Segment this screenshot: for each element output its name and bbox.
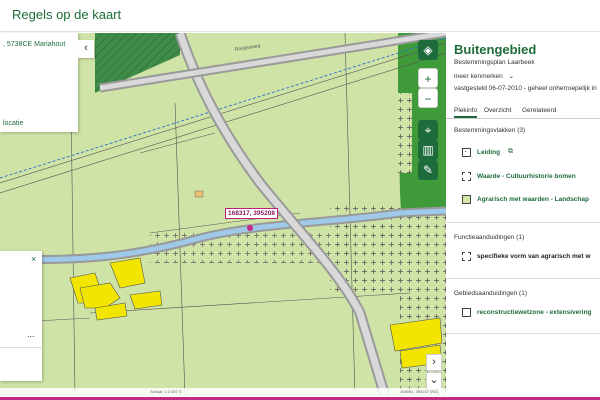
address-card: , 5738CE Mariahout locatie [0, 33, 78, 132]
legend-swatch [462, 172, 471, 181]
crosshatch-right-2 [400, 213, 446, 303]
legend-swatch [462, 195, 471, 204]
tab-overzicht[interactable]: Overzicht [484, 107, 511, 114]
legend-swatch [462, 148, 471, 157]
plan-status: vastgesteld 06-07-2010 - geheel onherroe… [454, 85, 597, 92]
crosshair-icon: ⌖ [424, 123, 432, 137]
external-link-icon[interactable]: ⧉ [508, 148, 513, 156]
tab-plekinfo[interactable]: Plekinfo [454, 107, 478, 118]
pencil-icon: ✎ [422, 163, 434, 177]
location-link[interactable]: locatie [3, 120, 23, 127]
item-label: specifieke vorm van agrarisch met w [477, 253, 591, 260]
scale-text: Schaal: 1:2.557 © [150, 389, 182, 394]
legend-swatch [462, 308, 471, 317]
plan-area-title: Buitengebied [454, 42, 537, 57]
item-label: Leiding [477, 149, 501, 156]
layers-button[interactable]: ◈ [418, 40, 438, 60]
zoom-out-button[interactable]: − [418, 88, 438, 108]
section-heading-gebiedsaanduidingen: Gebiedsaanduidingen (1) [454, 290, 527, 297]
item-label: Waarde - Cultuurhistorie bomen [477, 173, 576, 180]
item-label: reconstructiewetzone - extensivering [477, 309, 592, 316]
locate-button[interactable]: ⌖ [418, 120, 438, 140]
info-panel: Buitengebied Bestemmingsplan Laarbeek me… [446, 33, 600, 400]
location-pin[interactable] [247, 225, 253, 231]
map-next-button[interactable]: › [426, 354, 442, 371]
legend-card: × ... [0, 251, 42, 381]
ruler-icon: ▥ [422, 143, 434, 157]
crosshatch-right [398, 93, 412, 173]
close-icon[interactable]: × [31, 254, 36, 264]
item-label: Agrarisch met waarden - Landschap [477, 196, 589, 203]
chevron-down-icon: ⌄ [429, 374, 439, 386]
legend-divider [0, 347, 42, 348]
section-heading-bestemmingsvlakken: Bestemmingsvlakken (3) [454, 127, 526, 134]
top-bar: Regels op de kaart [0, 0, 600, 32]
more-options-icon[interactable]: ... [27, 329, 35, 339]
tab-gerelateerd[interactable]: Gerelateerd [522, 107, 556, 114]
more-properties-label: meer kenmerken [454, 73, 503, 80]
measure-button[interactable]: ▥ [418, 140, 438, 160]
scale-bar: Schaal: 1:2.557 © 168081, 395157 (RD) [0, 388, 446, 396]
plus-icon: + [424, 72, 432, 86]
coordinate-tooltip: 168317, 395208 [225, 208, 278, 219]
layers-icon: ◈ [423, 43, 433, 57]
section-heading-functieaanduidingen: Functieaanduidingen (1) [454, 234, 525, 241]
panel-tabs: Plekinfo Overzicht Gerelateerd [446, 104, 600, 119]
chevron-right-icon: › [432, 356, 436, 368]
small-building [194, 190, 204, 198]
draw-button[interactable]: ✎ [418, 160, 438, 180]
more-properties-toggle[interactable]: meer kenmerken ⌄ [454, 72, 514, 80]
legend-swatch [462, 252, 471, 261]
divider [446, 333, 600, 334]
page-title: Regels op de kaart [12, 7, 122, 22]
collapse-panel-button[interactable]: ‹ [78, 40, 94, 58]
zoom-in-button[interactable]: + [418, 68, 438, 88]
minus-icon: − [424, 92, 432, 106]
coords-text: 168081, 395157 (RD) [400, 389, 439, 394]
divider [446, 278, 600, 279]
map-down-button[interactable]: ⌄ [426, 372, 442, 389]
address-text: , 5738CE Mariahout [3, 41, 66, 48]
chevron-down-icon: ⌄ [508, 73, 515, 80]
plan-subtitle: Bestemmingsplan Laarbeek [454, 59, 535, 66]
divider [446, 222, 600, 223]
chevron-left-icon: ‹ [84, 42, 88, 54]
